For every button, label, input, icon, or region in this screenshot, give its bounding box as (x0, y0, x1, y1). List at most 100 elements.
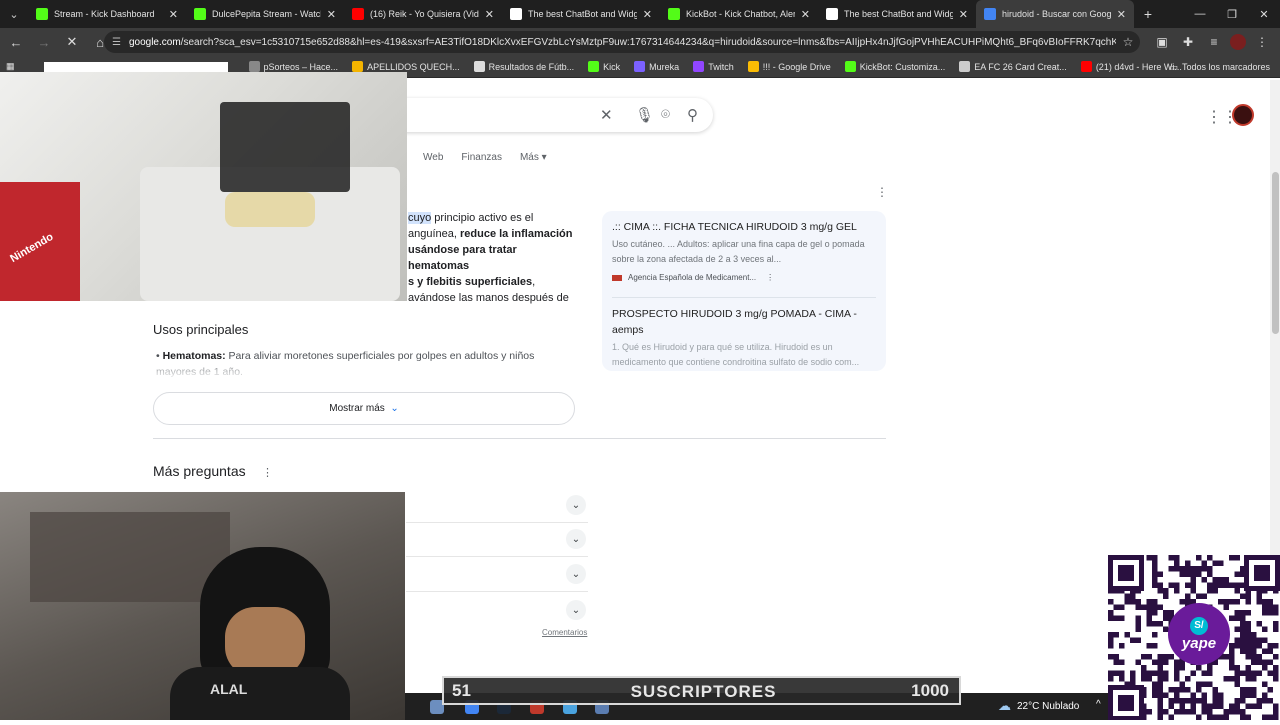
section-heading: Usos principales (153, 322, 249, 337)
bookmark-label: EA FC 26 Card Creat... (974, 61, 1067, 72)
browser-tab-bar: ⌄ Stream - Kick Dashboard ✕ DulcePepita St… (0, 0, 1280, 28)
source-card[interactable]: .:: CIMA ::. FICHA TECNICA HIRUDOID 3 mg… (612, 219, 876, 282)
show-more-button[interactable]: Mostrar más ⌄ (153, 392, 575, 425)
browser-tab[interactable]: (16) Reik - Yo Quisiera (Video) ✕ (344, 0, 502, 28)
forward-icon[interactable]: → (32, 30, 56, 54)
tab-web[interactable]: Web (423, 152, 443, 163)
all-bookmarks-folder[interactable]: ▭ Todos los marcadores (1169, 56, 1270, 78)
close-tab-icon[interactable]: ✕ (959, 8, 968, 21)
question-row[interactable]: ⌄ (406, 557, 588, 592)
url-text[interactable]: google.com/search?sca_esv=1c5310715e652d… (129, 37, 1116, 48)
close-window-icon[interactable]: ✕ (1248, 8, 1280, 21)
bookmark-item[interactable]: Twitch (693, 61, 734, 72)
chevron-down-icon[interactable]: ⌄ (566, 564, 586, 584)
source-card[interactable]: PROSPECTO HIRUDOID 3 mg/g POMADA - CIMA … (612, 306, 876, 370)
tab-title: hirudoid - Buscar con Google (1002, 9, 1111, 19)
tab-search-icon[interactable]: ⌄ (0, 0, 28, 28)
bookmark-item[interactable]: Kick (588, 61, 620, 72)
webcam-room-overlay: Nintendo (0, 72, 407, 301)
bookmark-favicon-icon (747, 61, 759, 72)
address-bar[interactable]: ☰ google.com/search?sca_esv=1c5310715e65… (104, 31, 1140, 53)
kick-icon (36, 8, 48, 20)
google-icon (984, 8, 996, 20)
stop-loading-icon[interactable]: ✕ (60, 30, 84, 54)
bookmark-star-icon[interactable]: ☆ (1116, 35, 1140, 49)
folder-icon: ▭ (1169, 61, 1178, 72)
bookmark-favicon-icon (352, 61, 364, 72)
bookmark-redacted (44, 62, 228, 72)
bookmark-item[interactable]: Resultados de Fútb... (473, 61, 574, 72)
restore-icon[interactable]: ❐ (1216, 8, 1248, 21)
question-row[interactable]: ⌄ (406, 593, 588, 628)
close-tab-icon[interactable]: ✕ (643, 8, 652, 21)
close-tab-icon[interactable]: ✕ (327, 8, 336, 21)
scroll-thumb[interactable] (1272, 172, 1279, 334)
chevron-down-icon[interactable]: ⌄ (566, 529, 586, 549)
bookmark-item[interactable]: !!! - Google Drive (747, 61, 831, 72)
bookmark-favicon-icon (959, 61, 971, 72)
puzzle-icon[interactable]: ✚ (1178, 35, 1198, 49)
bookmark-item[interactable]: Mureka (634, 61, 679, 72)
search-icon[interactable]: ⚲ (687, 106, 698, 124)
browser-tab[interactable]: KickBot - Kick Chatbot, Alerts, I ✕ (660, 0, 818, 28)
browser-tab[interactable]: The best ChatBot and Widgets ✕ (818, 0, 976, 28)
tab-title: Stream - Kick Dashboard (54, 9, 155, 19)
kick-icon (194, 8, 206, 20)
new-tab-button[interactable]: + (1134, 6, 1162, 22)
bookmark-favicon-icon (1080, 61, 1092, 72)
tab-title: KickBot - Kick Chatbot, Alerts, I (686, 9, 795, 19)
bookmark-favicon-icon (844, 61, 856, 72)
bookmark-label: KickBot: Customiza... (859, 61, 946, 72)
browser-tab[interactable]: The best ChatBot and Widgets ✕ (502, 0, 660, 28)
tray-caret-icon[interactable]: ^ (1096, 699, 1101, 710)
more-questions-menu-icon[interactable]: ⋮ (262, 466, 273, 479)
google-account-avatar[interactable] (1232, 104, 1254, 126)
console-box-image: Nintendo (0, 182, 80, 301)
feedback-link[interactable]: Comentarios (542, 628, 587, 637)
chevron-down-icon: ⌄ (390, 403, 399, 414)
shelf-image (30, 512, 230, 602)
tab-title: The best ChatBot and Widgets (844, 9, 953, 19)
subscriber-goal-bar: SUSCRIPTORES 51 1000 (442, 676, 961, 705)
voice-search-icon[interactable]: 🎙 (635, 106, 654, 124)
minimize-icon[interactable]: — (1184, 8, 1216, 20)
close-tab-icon[interactable]: ✕ (801, 8, 810, 21)
weather-widget[interactable]: ☁ 22°C Nublado (998, 696, 1079, 716)
tab-mas[interactable]: Más ▾ (520, 152, 547, 163)
bookmark-item[interactable]: (21) d4vd - Here Wi... (1080, 61, 1182, 72)
browser-tab[interactable]: hirudoid - Buscar con Google ✕ (976, 0, 1134, 28)
back-icon[interactable]: ← (4, 30, 28, 54)
bookmark-item[interactable]: EA FC 26 Card Creat... (959, 61, 1067, 72)
bookmark-label: Kick (603, 61, 621, 72)
botrix-icon (826, 8, 838, 20)
chevron-down-icon[interactable]: ⌄ (566, 495, 586, 515)
site-info-icon[interactable]: ☰ (112, 37, 121, 48)
pillow-image (225, 192, 315, 227)
bookmark-favicon-icon (473, 61, 485, 72)
bookmark-favicon-icon (588, 61, 600, 72)
tab-title: (16) Reik - Yo Quisiera (Video) (370, 9, 479, 19)
close-tab-icon[interactable]: ✕ (169, 8, 178, 21)
ai-overview-menu-icon[interactable]: ⋮ (876, 185, 888, 199)
yape-logo: S/ yape (1168, 603, 1230, 665)
tab-finanzas[interactable]: Finanzas (461, 152, 502, 163)
bookmark-item[interactable]: APELLIDOS QUECH... (352, 61, 460, 72)
profile-avatar[interactable] (1230, 34, 1246, 50)
reading-list-icon[interactable]: ≡ (1204, 35, 1224, 49)
browser-tab[interactable]: DulcePepita Stream - Watch Liv ✕ (186, 0, 344, 28)
question-row[interactable]: ⌄ (406, 522, 588, 557)
close-tab-icon[interactable]: ✕ (485, 8, 494, 21)
chevron-down-icon[interactable]: ⌄ (566, 600, 586, 620)
clear-search-icon[interactable]: ✕ (600, 106, 613, 124)
question-row[interactable]: ⌄ (406, 488, 588, 523)
source-menu-icon[interactable]: ⋮ (766, 273, 774, 282)
browser-tab[interactable]: Stream - Kick Dashboard ✕ (28, 0, 186, 28)
bookmark-item[interactable]: pSorteos – Hace... (248, 61, 338, 72)
bookmark-item[interactable]: KickBot: Customiza... (844, 61, 946, 72)
menu-kebab-icon[interactable]: ⋮ (1252, 35, 1272, 49)
close-tab-icon[interactable]: ✕ (1117, 8, 1126, 21)
extension-icon[interactable]: ▣ (1152, 35, 1172, 49)
bookmark-label: APELLIDOS QUECH... (367, 61, 460, 72)
lens-search-icon[interactable]: ⌾ (661, 106, 670, 123)
apps-grid-icon[interactable]: ▦ (6, 61, 15, 72)
